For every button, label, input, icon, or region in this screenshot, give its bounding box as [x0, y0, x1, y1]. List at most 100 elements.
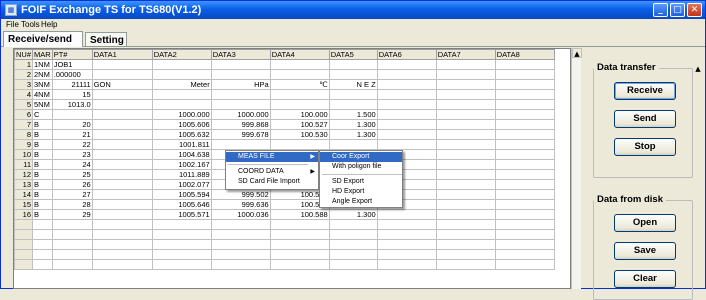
- table-cell[interactable]: [91, 239, 153, 250]
- table-cell[interactable]: [328, 89, 378, 100]
- table-cell[interactable]: 2NM: [32, 69, 53, 80]
- table-cell[interactable]: [91, 169, 153, 180]
- table-cell[interactable]: 1005.632: [151, 129, 212, 140]
- table-cell[interactable]: 1000.000: [210, 109, 271, 120]
- table-cell[interactable]: B: [32, 179, 53, 190]
- tab-receive-send[interactable]: Receive/send: [3, 31, 83, 47]
- table-cell[interactable]: 1.300: [328, 119, 378, 130]
- table-row[interactable]: 6 C 1000.000 1000.000 100.000 1.500: [14, 109, 555, 120]
- column-header[interactable]: NU#: [14, 49, 34, 60]
- table-cell[interactable]: [210, 59, 271, 70]
- menu-item-coor-export[interactable]: Coor Export: [320, 152, 402, 162]
- table-cell[interactable]: [376, 239, 437, 250]
- table-cell[interactable]: 999.502: [210, 189, 271, 200]
- table-cell[interactable]: N E Z: [328, 79, 378, 90]
- table-cell[interactable]: 28: [51, 199, 93, 210]
- menu-item-coord-data[interactable]: COORD DATA ▶: [226, 167, 318, 177]
- table-cell[interactable]: [91, 249, 153, 260]
- table-cell[interactable]: [269, 229, 330, 240]
- table-cell[interactable]: [210, 69, 271, 80]
- table-cell[interactable]: [210, 239, 271, 250]
- table-cell[interactable]: [376, 69, 437, 80]
- close-icon[interactable]: ✕: [687, 3, 702, 17]
- table-cell[interactable]: 1005.646: [151, 199, 212, 210]
- table-cell[interactable]: [210, 219, 271, 230]
- table-cell[interactable]: [435, 239, 496, 250]
- table-cell[interactable]: 25: [51, 169, 93, 180]
- table-cell[interactable]: B: [32, 129, 53, 140]
- table-cell[interactable]: [91, 99, 153, 110]
- table-cell[interactable]: 21: [51, 129, 93, 140]
- table-cell[interactable]: [494, 169, 555, 180]
- table-cell[interactable]: [269, 59, 330, 70]
- table-cell[interactable]: [328, 219, 378, 230]
- table-cell[interactable]: [32, 239, 53, 250]
- table-cell[interactable]: [210, 99, 271, 110]
- table-cell[interactable]: 20: [51, 119, 93, 130]
- table-cell[interactable]: [494, 149, 555, 160]
- table-cell[interactable]: B: [32, 149, 53, 160]
- table-cell[interactable]: [210, 249, 271, 260]
- table-cell[interactable]: [91, 89, 153, 100]
- table-cell[interactable]: [376, 229, 437, 240]
- table-cell[interactable]: B: [32, 119, 53, 130]
- table-row[interactable]: 7 B 20 1005.606 999.868 100.527 1.300: [14, 119, 555, 130]
- table-cell[interactable]: B: [32, 189, 53, 200]
- table-cell[interactable]: [435, 149, 496, 160]
- table-cell[interactable]: [435, 169, 496, 180]
- table-cell[interactable]: 15: [51, 89, 93, 100]
- table-cell[interactable]: [210, 139, 271, 150]
- table-cell[interactable]: [435, 59, 496, 70]
- table-cell[interactable]: [151, 59, 212, 70]
- table-cell[interactable]: 999.678: [210, 129, 271, 140]
- table-cell[interactable]: HPa: [210, 79, 271, 90]
- table-cell[interactable]: [435, 109, 496, 120]
- table-cell[interactable]: [494, 249, 555, 260]
- table-cell[interactable]: [328, 259, 378, 270]
- table-cell[interactable]: JOB1: [51, 59, 93, 70]
- table-cell[interactable]: B: [32, 139, 53, 150]
- table-cell[interactable]: 23: [51, 149, 93, 160]
- table-cell[interactable]: [376, 79, 437, 90]
- table-cell[interactable]: [494, 69, 555, 80]
- menu-item-angle-export[interactable]: Angle Export: [320, 197, 402, 207]
- table-cell[interactable]: [269, 219, 330, 230]
- table-cell[interactable]: 1004.638: [151, 149, 212, 160]
- table-cell[interactable]: [91, 179, 153, 190]
- table-cell[interactable]: [435, 129, 496, 140]
- table-cell[interactable]: [494, 179, 555, 190]
- table-cell[interactable]: 1NM: [32, 59, 53, 70]
- table-cell[interactable]: 24: [51, 159, 93, 170]
- table-cell[interactable]: [435, 69, 496, 80]
- table-row[interactable]: 2 2NM .000000: [14, 69, 555, 80]
- table-cell[interactable]: 27: [51, 189, 93, 200]
- table-cell[interactable]: [269, 139, 330, 150]
- menu-file[interactable]: File: [6, 20, 19, 29]
- table-cell[interactable]: 999.868: [210, 119, 271, 130]
- table-cell[interactable]: [328, 139, 378, 150]
- table-cell[interactable]: [151, 229, 212, 240]
- table-cell[interactable]: [269, 249, 330, 260]
- table-cell[interactable]: [494, 259, 555, 270]
- title-bar[interactable]: ▦ FOIF Exchange TS for TS680(V1.2) _ □ ✕: [1, 1, 705, 19]
- table-cell[interactable]: 100.588: [269, 209, 330, 220]
- menu-item-sd-export[interactable]: SD Export: [320, 177, 402, 187]
- table-cell[interactable]: C: [32, 109, 53, 120]
- table-cell[interactable]: 4NM: [32, 89, 53, 100]
- table-cell[interactable]: 21111: [51, 79, 93, 90]
- table-cell[interactable]: 1005.606: [151, 119, 212, 130]
- column-header[interactable]: DATA2: [151, 49, 212, 60]
- table-cell[interactable]: [328, 59, 378, 70]
- table-cell[interactable]: [151, 219, 212, 230]
- column-header[interactable]: DATA4: [269, 49, 330, 60]
- table-cell[interactable]: [494, 79, 555, 90]
- menu-tools[interactable]: Tools: [21, 20, 40, 29]
- table-cell[interactable]: [51, 239, 93, 250]
- table-row[interactable]: 5 5NM 1013.0: [14, 99, 555, 110]
- table-cell[interactable]: 999.636: [210, 199, 271, 210]
- table-row[interactable]: 15B281005.646999.636100.5941.300: [14, 199, 555, 210]
- table-cell[interactable]: [151, 239, 212, 250]
- table-row[interactable]: [14, 249, 555, 260]
- table-cell[interactable]: Meter: [151, 79, 212, 90]
- column-header[interactable]: DATA6: [376, 49, 437, 60]
